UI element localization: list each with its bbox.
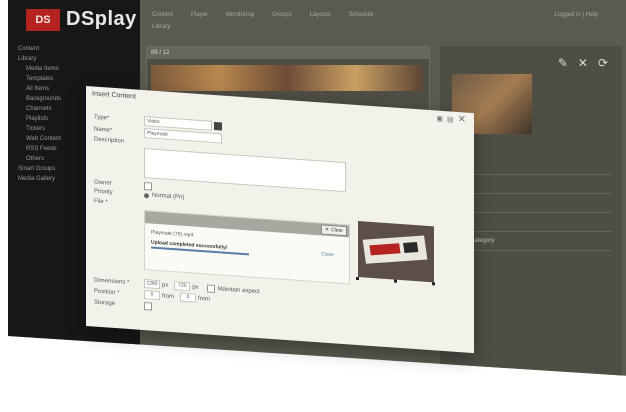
owner-checkbox[interactable] <box>144 182 152 191</box>
description-textarea[interactable] <box>144 148 346 193</box>
panel-toolbar: 89 / 12 <box>147 47 429 59</box>
logo-text: DSplay <box>66 8 137 30</box>
dialog-header-icons: ▣ ▤ ✕ <box>436 112 466 126</box>
aspect-label: Maintain aspect <box>217 285 260 295</box>
logo-badge: DS <box>26 8 60 31</box>
priority-option[interactable]: Normal (Pri) <box>144 192 184 201</box>
close-icon[interactable]: ✕ <box>458 114 466 126</box>
close-icon[interactable]: ✕ <box>578 56 588 70</box>
priority-label: Priority <box>94 188 113 196</box>
file-upload-area: ✕ Clear Playmate (79) mp4 Upload complet… <box>144 210 350 285</box>
file-name: Playmate (79) mp4 <box>151 229 194 239</box>
details-line: Media Category <box>452 232 612 251</box>
topnav-item[interactable]: Monitoring <box>226 12 254 38</box>
priority-option-label: Normal (Pri) <box>152 192 185 201</box>
pos-y-unit: from <box>198 295 210 303</box>
window-icon[interactable]: ▣ <box>436 114 443 122</box>
dimensions-section: Dimensions * 1280 px 720 px Maintain asp… <box>94 275 260 320</box>
pos-x-input[interactable]: 0 <box>144 290 160 301</box>
sidebar-item[interactable]: Content <box>18 44 136 54</box>
topnav-item[interactable]: Layouts <box>310 12 331 38</box>
details-line <box>452 175 612 194</box>
resize-handle[interactable] <box>356 276 359 281</box>
pos-x-unit: from <box>162 292 174 300</box>
chevron-down-icon[interactable] <box>214 121 222 131</box>
clear-button-label: Clear <box>331 227 343 234</box>
resize-handle[interactable] <box>394 279 397 283</box>
name-label: Name* <box>94 126 113 134</box>
close-icon: ✕ <box>324 226 330 233</box>
height-unit: px <box>192 283 199 291</box>
topnav-subitem[interactable]: Library <box>152 24 170 30</box>
app-logo[interactable]: DS DSplay <box>26 8 137 31</box>
topnav-item[interactable]: Schedule <box>349 12 374 38</box>
description-row: Description <box>94 137 144 146</box>
type-label: Type* <box>94 114 110 122</box>
width-input[interactable]: 1280 <box>144 279 160 290</box>
preview-card <box>362 235 428 264</box>
preview-red-block <box>369 243 401 256</box>
panel-toolbar-label: 89 / 12 <box>151 50 170 56</box>
sidebar-item[interactable]: Library <box>18 54 136 64</box>
dialog-title: Insert Content <box>92 90 136 101</box>
description-label: Description <box>94 136 125 145</box>
storage-checkbox[interactable] <box>144 301 152 311</box>
refresh-icon[interactable]: ⟳ <box>598 56 608 70</box>
resize-handle[interactable] <box>432 282 435 286</box>
owner-label: Owner <box>94 179 112 187</box>
aspect-checkbox[interactable] <box>206 283 215 293</box>
storage-label: Storage <box>94 299 116 307</box>
details-line <box>452 194 612 213</box>
height-input[interactable]: 720 <box>174 281 191 292</box>
pos-y-input[interactable]: 0 <box>180 292 196 303</box>
media-preview <box>358 221 434 283</box>
file-label: File * <box>94 198 108 206</box>
priority-radio[interactable] <box>144 192 149 198</box>
insert-content-dialog: Insert Content ▣ ▤ ✕ Type* Video Name* P… <box>86 86 474 354</box>
photo-strip <box>151 65 423 91</box>
minimize-icon[interactable]: ▤ <box>447 115 454 123</box>
details-list: 1 FilesMedia Category <box>452 156 612 251</box>
topnav-item[interactable]: Groups <box>272 12 292 38</box>
topnav-item[interactable]: Player <box>191 12 208 38</box>
sidebar-item[interactable]: Templates <box>18 74 136 84</box>
close-link[interactable]: Close <box>321 251 334 258</box>
sidebar-item[interactable]: Media Items <box>18 64 136 74</box>
edit-icon[interactable]: ✎ <box>558 56 568 70</box>
user-links[interactable]: Logged in | Help <box>554 12 598 18</box>
scene: DS DSplay Content Library Media Items Templ… <box>0 0 626 412</box>
width-unit: px <box>162 281 169 289</box>
clear-button[interactable]: ✕ Clear <box>320 224 347 237</box>
preview-dark-block <box>403 241 419 253</box>
details-toolbar: ✎ ✕ ⟳ <box>558 56 608 70</box>
file-row: File * <box>94 199 144 208</box>
details-line <box>452 156 612 175</box>
details-line: 1 Files <box>452 213 612 232</box>
